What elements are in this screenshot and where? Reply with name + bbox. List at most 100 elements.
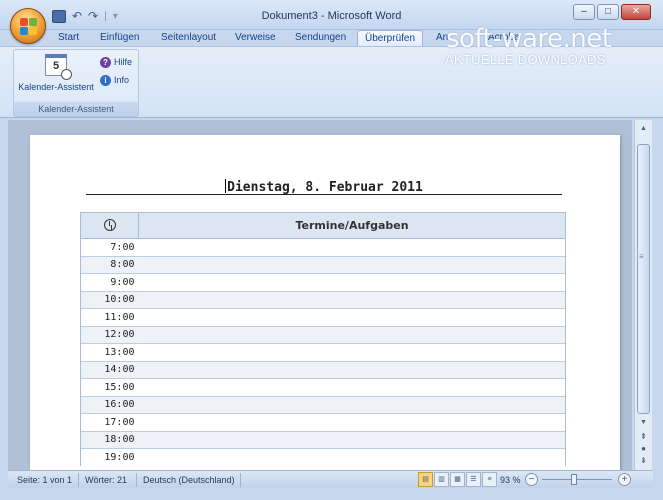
zoom-slider-thumb[interactable]	[571, 474, 577, 485]
outline-icon[interactable]: ☰	[466, 472, 481, 487]
text-cursor	[225, 179, 227, 193]
watermark-tagline: AKTUELLE DOWNLOADS	[445, 52, 606, 67]
task-cell[interactable]	[138, 273, 566, 291]
time-cell: 18:00	[80, 430, 139, 449]
calendar-icon-number: 5	[52, 60, 60, 72]
time-cell: 16:00	[80, 395, 139, 414]
time-cell: 10:00	[80, 290, 139, 309]
table-row[interactable]: 18:00	[80, 430, 566, 449]
time-cell: 17:00	[80, 413, 139, 431]
maximize-button[interactable]: □	[597, 4, 619, 20]
vertical-scrollbar[interactable]: ▲ ≡ ▼ ⇞ ● ⇟	[634, 120, 652, 470]
zoom-slider[interactable]	[542, 479, 612, 480]
date-heading[interactable]: Dienstag, 8. Februar 2011	[86, 179, 562, 195]
scroll-down-icon[interactable]: ▼	[637, 416, 650, 429]
table-row[interactable]: 7:00	[80, 238, 566, 256]
info-icon: i	[100, 74, 111, 86]
tab-einfuegen[interactable]: Einfügen	[100, 32, 139, 43]
zoom-in-icon[interactable]: +	[618, 473, 631, 486]
info-button[interactable]: i Info	[100, 73, 129, 87]
table-row[interactable]: 17:00	[80, 413, 566, 431]
view-buttons: ▤ ▥ ▦ ☰ ≡	[418, 472, 497, 487]
time-cell: 8:00	[80, 255, 139, 274]
office-logo-icon	[20, 18, 38, 36]
time-column-header	[80, 212, 139, 239]
word-count[interactable]: Wörter: 21	[85, 475, 127, 485]
scrollbar-grip-icon: ≡	[639, 252, 644, 261]
time-cell: 12:00	[80, 325, 139, 344]
task-cell[interactable]	[138, 290, 566, 309]
help-label: Hilfe	[114, 57, 133, 67]
browse-object-icon[interactable]: ●	[637, 444, 650, 453]
tab-ueberpruefen[interactable]: Überprüfen	[357, 30, 424, 47]
tab-start[interactable]: Start	[58, 32, 79, 43]
watermark-brand: soft-ware.net	[446, 24, 612, 54]
task-cell[interactable]	[138, 448, 566, 466]
document-page[interactable]: Dienstag, 8. Februar 2011 Termine/Aufgab…	[30, 135, 620, 470]
table-row[interactable]: 10:00	[80, 290, 566, 309]
status-divider	[240, 473, 241, 487]
full-screen-reading-icon[interactable]: ▥	[434, 472, 449, 487]
close-button[interactable]: ✕	[621, 4, 651, 20]
date-heading-text: Dienstag, 8. Februar 2011	[227, 180, 423, 195]
calendar-icon: 5	[45, 54, 72, 80]
table-row[interactable]: 9:00	[80, 273, 566, 291]
task-cell[interactable]	[138, 395, 566, 414]
kalender-assistent-group: 5 Kalender-Assistent ? Hilfe i Info Kale…	[13, 49, 139, 117]
scroll-up-icon[interactable]: ▲	[637, 122, 650, 135]
table-row[interactable]: 11:00	[80, 308, 566, 326]
zoom-level[interactable]: 93 %	[500, 475, 521, 485]
task-cell[interactable]	[138, 343, 566, 361]
status-bar: Seite: 1 von 1 Wörter: 21 Deutsch (Deuts…	[8, 470, 653, 488]
next-page-icon[interactable]: ⇟	[637, 456, 650, 465]
table-row[interactable]: 14:00	[80, 360, 566, 379]
group-label: Kalender-Assistent	[14, 102, 138, 116]
time-cell: 11:00	[80, 308, 139, 326]
task-cell[interactable]	[138, 308, 566, 326]
scrollbar-thumb[interactable]	[637, 144, 650, 414]
time-cell: 9:00	[80, 273, 139, 291]
table-row[interactable]: 15:00	[80, 378, 566, 396]
table-row[interactable]: 8:00	[80, 255, 566, 274]
document-area[interactable]: Dienstag, 8. Februar 2011 Termine/Aufgab…	[8, 120, 632, 470]
table-row[interactable]: 12:00	[80, 325, 566, 344]
schedule-table[interactable]: Termine/Aufgaben 7:00 8:00 9:00 10:00 11:00 1…	[80, 212, 566, 466]
time-cell: 14:00	[80, 360, 139, 379]
previous-page-icon[interactable]: ⇞	[637, 432, 650, 441]
task-cell[interactable]	[138, 378, 566, 396]
status-divider	[78, 473, 79, 487]
table-row[interactable]: 16:00	[80, 395, 566, 414]
page-count[interactable]: Seite: 1 von 1	[17, 475, 72, 485]
time-cell: 7:00	[80, 238, 139, 256]
web-layout-icon[interactable]: ▦	[450, 472, 465, 487]
tab-sendungen[interactable]: Sendungen	[295, 32, 346, 43]
table-row[interactable]: 19:00	[80, 448, 566, 466]
minimize-button[interactable]: –	[573, 4, 595, 20]
info-label: Info	[114, 75, 130, 85]
time-cell: 19:00	[80, 448, 139, 466]
language-indicator[interactable]: Deutsch (Deutschland)	[143, 475, 235, 485]
task-cell[interactable]	[138, 360, 566, 379]
time-cell: 13:00	[80, 343, 139, 361]
clock-icon	[61, 69, 72, 80]
tasks-column-header: Termine/Aufgaben	[138, 212, 566, 239]
help-icon: ?	[100, 56, 111, 68]
task-cell[interactable]	[138, 238, 566, 256]
table-row[interactable]: 13:00	[80, 343, 566, 361]
clock-icon	[103, 219, 116, 231]
kalender-assistent-button[interactable]: 5 Kalender-Assistent	[18, 52, 94, 96]
print-layout-icon[interactable]: ▤	[418, 472, 433, 487]
draft-icon[interactable]: ≡	[482, 472, 497, 487]
window-controls: – □ ✕	[573, 4, 651, 20]
tab-verweise[interactable]: Verweise	[235, 32, 276, 43]
office-button[interactable]	[10, 8, 46, 44]
time-cell: 15:00	[80, 378, 139, 396]
zoom-out-icon[interactable]: −	[525, 473, 538, 486]
task-cell[interactable]	[138, 325, 566, 344]
tab-seitenlayout[interactable]: Seitenlayout	[161, 32, 216, 43]
kalender-assistent-label: Kalender-Assistent	[18, 82, 94, 92]
help-button[interactable]: ? Hilfe	[100, 55, 132, 69]
task-cell[interactable]	[138, 255, 566, 274]
task-cell[interactable]	[138, 413, 566, 431]
task-cell[interactable]	[138, 430, 566, 449]
